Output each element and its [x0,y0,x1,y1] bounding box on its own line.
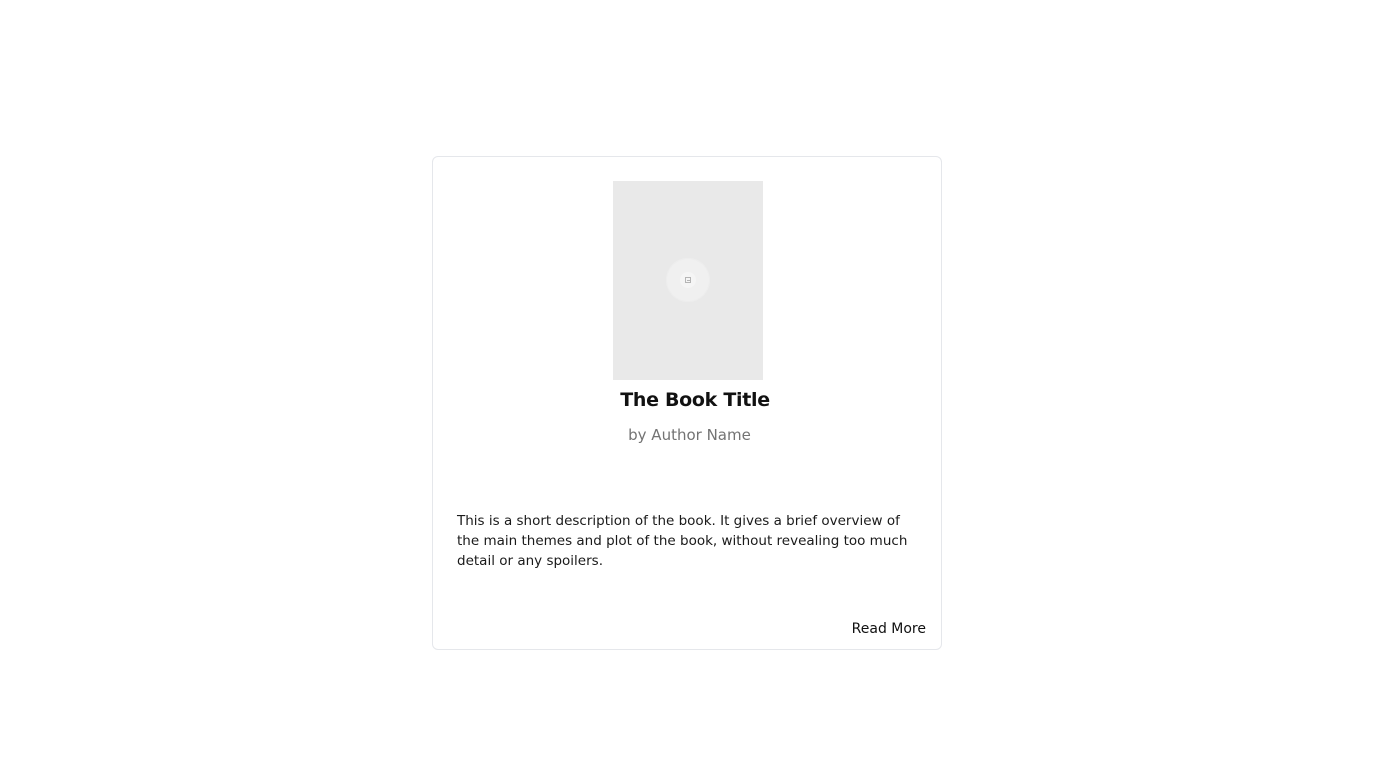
image-placeholder-icon [685,277,691,283]
book-cover-image [613,181,763,380]
book-author: by Author Name [628,426,751,444]
image-placeholder-badge [666,258,710,302]
book-title: The Book Title [620,389,770,411]
book-description: This is a short description of the book.… [457,513,908,569]
book-card: The Book Title by Author Name This is a … [432,156,942,650]
read-more-link[interactable]: Read More [852,621,926,637]
